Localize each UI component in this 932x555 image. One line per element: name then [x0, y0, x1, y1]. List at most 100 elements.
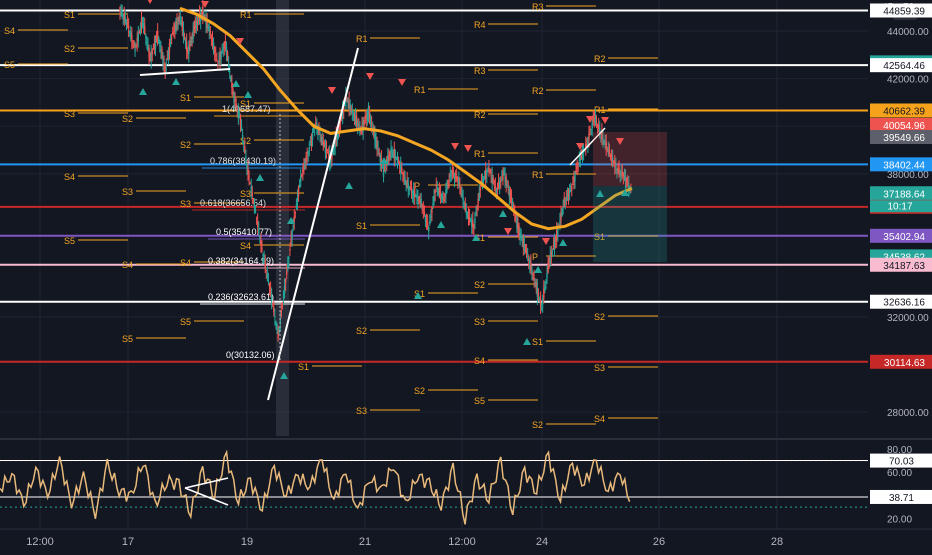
candle-body — [126, 22, 129, 25]
candle-body — [132, 42, 134, 44]
candle-body — [158, 38, 160, 44]
price-tag-label[interactable]: 38402.44 — [883, 160, 925, 171]
candle-body — [540, 307, 543, 309]
candle-body — [525, 248, 528, 256]
pivot-label: S1 — [64, 10, 75, 20]
price-tag-label[interactable]: 39549.66 — [883, 133, 925, 144]
time-tick-label[interactable]: 28 — [771, 536, 783, 548]
price-tag-label[interactable]: 35402.94 — [883, 232, 925, 243]
candle-body — [426, 221, 429, 227]
candle-body — [459, 184, 461, 187]
candle-body — [221, 51, 223, 53]
time-tick-label[interactable]: 12:00 — [26, 536, 54, 548]
candle-body — [291, 231, 293, 239]
candle-body — [357, 122, 359, 126]
candle-body — [231, 82, 233, 89]
candle-body — [445, 189, 447, 196]
price-tag-label[interactable]: 42564.46 — [883, 61, 925, 72]
fib-label[interactable]: 1(40687.47) — [222, 104, 271, 114]
pivot-label: S3 — [356, 406, 367, 416]
candle-body — [293, 216, 295, 222]
candle-body — [177, 21, 179, 23]
candle-body — [210, 37, 213, 39]
candle-body — [519, 232, 521, 238]
candle-body — [589, 132, 591, 134]
time-tick-label[interactable]: 24 — [536, 536, 548, 548]
price-tag-label[interactable]: 32636.16 — [883, 298, 925, 309]
price-tag-label[interactable]: 30114.63 — [884, 358, 925, 369]
candle-body — [236, 106, 238, 111]
candle-body — [288, 256, 290, 259]
candle-body — [235, 104, 237, 106]
candle-body — [249, 182, 251, 184]
pivot-label: S2 — [594, 312, 605, 322]
candle-body — [395, 157, 398, 160]
time-tick-label[interactable]: 17 — [122, 536, 134, 548]
candle-body — [381, 166, 384, 168]
candle-body — [431, 206, 433, 213]
time-tick-label[interactable]: 12:00 — [448, 536, 476, 548]
candle-body — [266, 273, 269, 279]
price-tick-label: 32000.00 — [887, 313, 929, 324]
candle-body — [520, 237, 522, 239]
candle-body — [435, 185, 437, 187]
candle-body — [383, 167, 386, 170]
candle-body — [259, 235, 261, 239]
rsi-tag-label[interactable]: 70.03 — [889, 457, 914, 468]
candle-body — [190, 40, 192, 42]
fib-label[interactable]: 0.5(35410.77) — [216, 227, 272, 237]
pivot-label: R1 — [474, 149, 486, 159]
candle-body — [568, 191, 571, 194]
candle-body — [246, 162, 248, 168]
fib-label[interactable]: 0.236(32623.61) — [208, 292, 274, 302]
candle-body — [464, 203, 466, 211]
rsi-tag-label[interactable]: 38.71 — [889, 493, 914, 504]
price-tag-label[interactable]: 44859.39 — [883, 6, 925, 17]
candle-body — [296, 197, 299, 202]
candle-body — [141, 18, 144, 21]
pivot-label: R3 — [474, 66, 486, 76]
candle-body — [287, 263, 289, 268]
candle-body — [145, 35, 147, 38]
candle-body — [481, 181, 484, 183]
candle-body — [500, 180, 502, 182]
countdown-label[interactable]: 10:17 — [887, 201, 912, 212]
candle-body — [531, 270, 533, 273]
time-tick-label[interactable]: 19 — [241, 536, 253, 548]
candle-body — [300, 176, 302, 182]
price-tag-label[interactable]: 34187.63 — [883, 261, 925, 272]
pivot-label: S4 — [474, 356, 485, 366]
price-axis[interactable]: 44000.0042000.0040000.0038000.0032000.00… — [868, 0, 932, 438]
candle-body — [441, 197, 444, 200]
time-tick-label[interactable]: 26 — [653, 536, 665, 548]
candle-body — [324, 144, 327, 153]
target-zone[interactable] — [593, 186, 667, 262]
candle-body — [237, 110, 240, 118]
candle-body — [414, 189, 416, 198]
fib-label[interactable]: 0.618(36656.54) — [200, 198, 266, 208]
candle-body — [255, 217, 258, 219]
candle-body — [571, 186, 573, 190]
candle-body — [506, 184, 508, 187]
time-tick-label[interactable]: 21 — [359, 536, 371, 548]
fib-label[interactable]: 0.786(38430.19) — [210, 156, 276, 166]
candle-body — [156, 31, 159, 39]
candle-body — [250, 186, 252, 193]
fib-label[interactable]: 0(30132.06) — [226, 350, 275, 360]
candle-body — [209, 30, 212, 36]
pivot-label: S3 — [594, 363, 605, 373]
chart-canvas[interactable]: S1 S4 S2 S5 R1 S2 S3 S1 S1 S2 S2 S3 S3 S3 S4 S5 S4 S4 S4 S5… — [0, 0, 932, 550]
candle-body — [349, 103, 351, 113]
candle-body — [239, 115, 242, 126]
price-tag-label[interactable]: 37188.64 — [883, 189, 925, 200]
candle-body — [505, 176, 507, 185]
candle-body — [478, 192, 480, 201]
price-tag-label[interactable]: 40662.39 — [883, 106, 925, 117]
candle-body — [207, 26, 209, 29]
candle-body — [346, 99, 348, 101]
candle-body — [533, 277, 535, 280]
candle-body — [133, 45, 135, 47]
stop-zone[interactable] — [593, 132, 667, 186]
candle-body — [152, 48, 155, 50]
price-chart[interactable]: S1 S4 S2 S5 R1 S2 S3 S1 S1 S2 S2 S3 S3 S3 S4 S5 S4 S4 S4 S5… — [0, 0, 932, 550]
